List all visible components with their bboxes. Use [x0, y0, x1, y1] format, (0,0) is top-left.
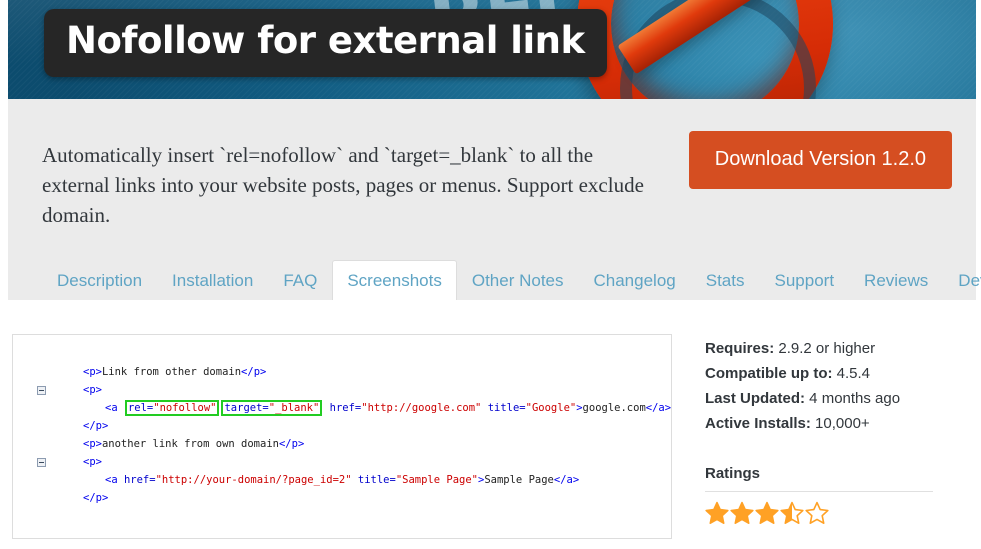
banner-title-plate: Nofollow for external link [44, 9, 607, 77]
meta-label: Requires: [705, 340, 775, 357]
code-line: </p> [23, 489, 671, 507]
code-token-tag: </a> [553, 474, 580, 486]
star-full-icon[interactable] [730, 501, 754, 525]
tab-description[interactable]: Description [42, 260, 157, 300]
collapse-toggle-icon[interactable] [37, 458, 46, 467]
tab-faq[interactable]: FAQ [268, 260, 332, 300]
code-token-text: Link from other domain [101, 366, 242, 378]
plugin-meta-list: Requires: 2.9.2 or higher Compatible up t… [705, 336, 955, 436]
code-token-attr: rel= [127, 402, 154, 414]
star-empty-icon[interactable] [805, 501, 829, 525]
code-token-attr: title= [481, 402, 526, 414]
meta-value: 4 months ago [805, 390, 901, 407]
code-token-attr: href= [123, 474, 156, 486]
plugin-banner: REL Nofollow for external link [8, 0, 976, 99]
tab-support[interactable]: Support [760, 260, 850, 300]
code-token-text: google.com [582, 402, 646, 414]
tab-installation[interactable]: Installation [157, 260, 268, 300]
code-token-tag: </a> [645, 402, 672, 414]
code-token-text: another link from own domain [101, 438, 279, 450]
code-token-attr: target= [224, 402, 269, 414]
ratings-heading: Ratings [705, 465, 761, 482]
tab-screenshots[interactable]: Screenshots [332, 260, 457, 300]
code-token-attr: href= [323, 402, 362, 414]
meta-row: Last Updated: 4 months ago [705, 386, 955, 411]
code-token-tag: <p> [83, 384, 102, 396]
rating-stars[interactable] [705, 501, 955, 525]
code-line: <a rel="nofollow" target="_blank" href="h… [23, 399, 671, 417]
code-line: <p>Link from other domain</p> [23, 363, 671, 381]
code-token-tag: </p> [83, 492, 109, 504]
plugin-main-content: <p>Link from other domain</p> <p> <a rel="… [8, 300, 976, 549]
meta-value: 2.9.2 or higher [774, 340, 876, 357]
code-listing: <p>Link from other domain</p> <p> <a rel="… [23, 363, 671, 507]
tab-changelog[interactable]: Changelog [579, 260, 691, 300]
code-token-tag: </p> [278, 438, 305, 450]
tab-developers[interactable]: Developers [943, 260, 981, 300]
star-full-icon[interactable] [705, 501, 729, 525]
code-token-tag: <a [105, 402, 124, 414]
code-token-val: "http://your-domain/?page_id=2" [155, 474, 352, 486]
page-title: Nofollow for external link [66, 19, 585, 62]
download-button[interactable]: Download Version 1.2.0 [688, 131, 952, 189]
tab-reviews[interactable]: Reviews [849, 260, 943, 300]
code-token-attr: title= [351, 474, 396, 486]
meta-label: Active Installs: [705, 415, 811, 432]
code-highlight-box: target="_blank" [221, 400, 323, 416]
screenshot-image[interactable]: <p>Link from other domain</p> <p> <a rel="… [12, 334, 672, 539]
code-token-val: "http://google.com" [361, 402, 482, 414]
code-token-val: "Sample Page" [395, 474, 478, 486]
meta-row: Requires: 2.9.2 or higher [705, 336, 955, 361]
plugin-sidebar: Requires: 2.9.2 or higher Compatible up t… [705, 336, 955, 525]
star-full-icon[interactable] [755, 501, 779, 525]
code-line: <a href="http://your-domain/?page_id=2" … [23, 471, 671, 489]
code-token-tag: <a [105, 474, 124, 486]
meta-value: 10,000+ [810, 415, 870, 432]
code-token-val: "Google" [525, 402, 577, 414]
collapse-toggle-icon[interactable] [37, 386, 46, 395]
code-token-tag: <p> [83, 366, 102, 378]
plugin-description: Automatically insert `rel=nofollow` and … [42, 143, 644, 227]
code-line: <p> [23, 381, 671, 399]
plugin-intro-section: Automatically insert `rel=nofollow` and … [8, 99, 981, 300]
code-highlight-box: rel="nofollow" [124, 400, 220, 416]
code-line: <p> [23, 453, 671, 471]
code-token-tag: </p> [241, 366, 267, 378]
code-token-value: "nofollow" [153, 402, 217, 414]
meta-value: 4.5.4 [832, 365, 871, 382]
code-line: </p> [23, 417, 671, 435]
meta-label: Compatible up to: [705, 365, 833, 382]
meta-label: Last Updated: [705, 390, 806, 407]
code-token-tag: </p> [83, 420, 109, 432]
code-token-value: "_blank" [268, 402, 320, 414]
star-half-icon[interactable] [780, 501, 804, 525]
code-token-tag: <p> [83, 438, 102, 450]
plugin-tabs: Description Installation FAQ Screenshots Oth… [42, 260, 981, 300]
code-token-text: Sample Page [484, 474, 554, 486]
code-line: <p>another link from own domain</p> [23, 435, 671, 453]
meta-row: Compatible up to: 4.5.4 [705, 361, 955, 386]
code-token-tag: <p> [83, 456, 102, 468]
tab-other-notes[interactable]: Other Notes [457, 260, 579, 300]
meta-row: Active Installs: 10,000+ [705, 411, 955, 436]
tab-stats[interactable]: Stats [691, 260, 760, 300]
ratings-divider [705, 491, 933, 492]
